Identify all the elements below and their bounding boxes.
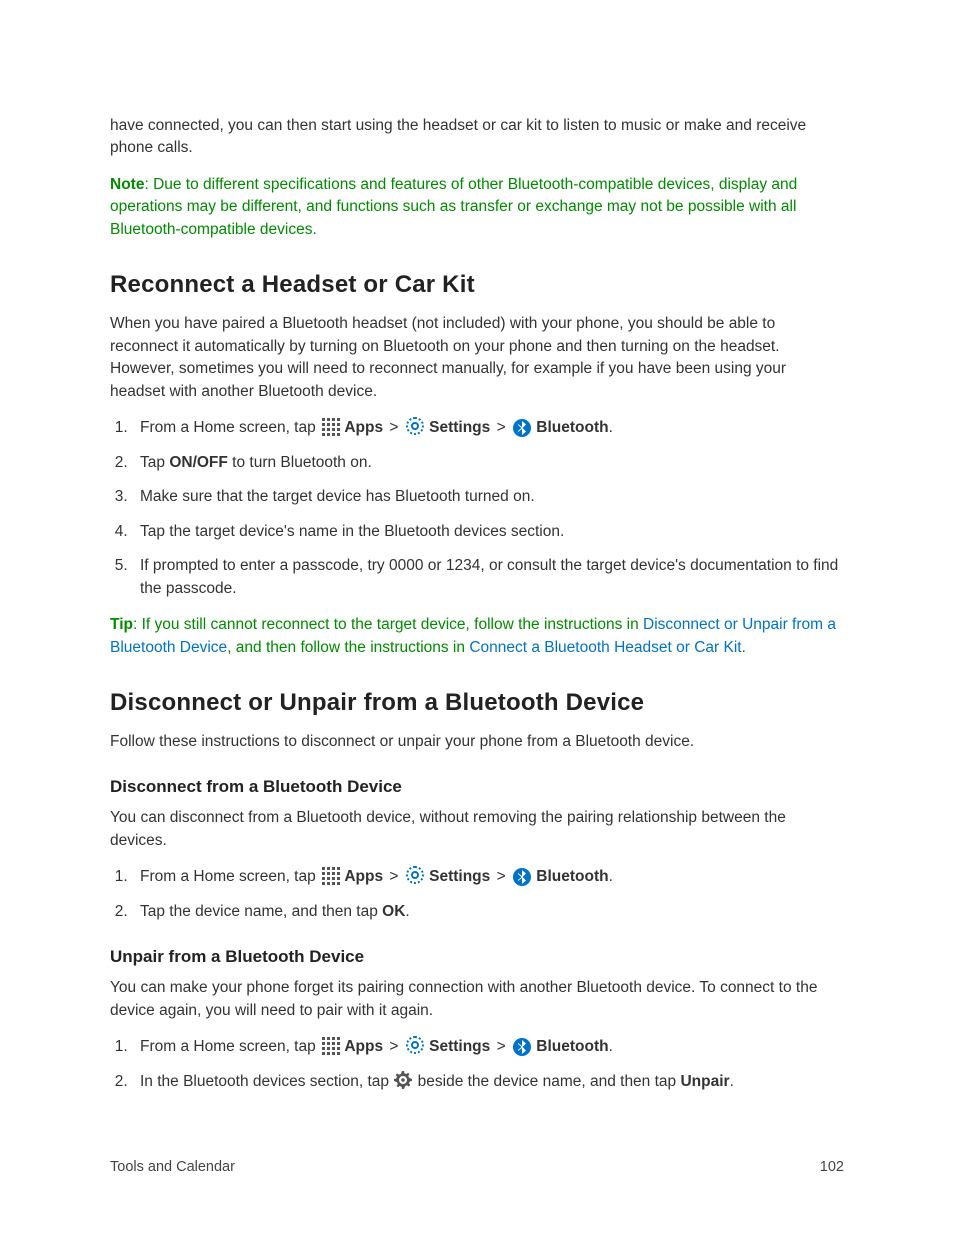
list-item: Tap the device name, and then tap OK. — [132, 901, 844, 923]
settings-label: Settings — [429, 1038, 490, 1055]
text: to turn Bluetooth on. — [228, 454, 372, 471]
ordered-list: From a Home screen, tap Apps > Settings … — [110, 1036, 844, 1093]
apps-grid-icon — [321, 866, 339, 884]
footer-section: Tools and Calendar — [110, 1159, 235, 1175]
text: From a Home screen, tap — [140, 1038, 320, 1055]
ordered-list: From a Home screen, tap Apps > Settings … — [110, 417, 844, 600]
tip-callout: Tip: If you still cannot reconnect to th… — [110, 614, 844, 659]
breadcrumb-separator: > — [389, 1038, 398, 1055]
text: beside the device name, and then tap — [413, 1073, 680, 1090]
bluetooth-icon — [513, 419, 531, 437]
bluetooth-icon — [513, 1038, 531, 1056]
breadcrumb-separator: > — [389, 419, 398, 436]
bluetooth-icon — [513, 868, 531, 886]
page-number: 102 — [820, 1159, 844, 1175]
subheading-disconnect: Disconnect from a Bluetooth Device — [110, 777, 844, 797]
apps-label: Apps — [344, 868, 383, 885]
bluetooth-label: Bluetooth — [536, 419, 608, 436]
note-text: : Due to different specifications and fe… — [110, 176, 797, 238]
gear-icon — [394, 1071, 412, 1089]
settings-label: Settings — [429, 868, 490, 885]
ordered-list: From a Home screen, tap Apps > Settings … — [110, 866, 844, 923]
text: . — [730, 1073, 734, 1090]
settings-icon — [406, 1036, 424, 1054]
list-item: Tap ON/OFF to turn Bluetooth on. — [132, 452, 844, 474]
text: Tap the device name, and then tap — [140, 903, 382, 920]
apps-label: Apps — [344, 419, 383, 436]
note-callout: Note: Due to different specifications an… — [110, 174, 844, 241]
heading-disconnect-unpair: Disconnect or Unpair from a Bluetooth De… — [110, 689, 844, 717]
list-item: In the Bluetooth devices section, tap be… — [132, 1071, 844, 1093]
onoff-label: ON/OFF — [169, 454, 228, 471]
text: , and then follow the instructions in — [227, 639, 469, 656]
list-item: Make sure that the target device has Blu… — [132, 486, 844, 508]
heading-reconnect: Reconnect a Headset or Car Kit — [110, 271, 844, 299]
paragraph: You can make your phone forget its pairi… — [110, 977, 844, 1022]
breadcrumb-separator: > — [497, 868, 506, 885]
text: : If you still cannot reconnect to the t… — [133, 616, 643, 633]
text: . — [609, 419, 613, 436]
tip-label: Tip — [110, 616, 133, 633]
ok-label: OK — [382, 903, 405, 920]
paragraph: Follow these instructions to disconnect … — [110, 731, 844, 753]
breadcrumb-separator: > — [497, 419, 506, 436]
apps-grid-icon — [321, 1036, 339, 1054]
list-item: From a Home screen, tap Apps > Settings … — [132, 1036, 844, 1058]
page-footer: Tools and Calendar 102 — [110, 1159, 844, 1175]
text: From a Home screen, tap — [140, 419, 320, 436]
list-item: Tap the target device's name in the Blue… — [132, 521, 844, 543]
paragraph: When you have paired a Bluetooth headset… — [110, 313, 844, 403]
apps-label: Apps — [344, 1038, 383, 1055]
list-item: From a Home screen, tap Apps > Settings … — [132, 866, 844, 888]
paragraph: You can disconnect from a Bluetooth devi… — [110, 807, 844, 852]
breadcrumb-separator: > — [389, 868, 398, 885]
text: From a Home screen, tap — [140, 868, 320, 885]
breadcrumb-separator: > — [497, 1038, 506, 1055]
unpair-label: Unpair — [680, 1073, 729, 1090]
link-connect-headset[interactable]: Connect a Bluetooth Headset or Car Kit — [469, 639, 741, 656]
apps-grid-icon — [321, 417, 339, 435]
text: . — [742, 639, 746, 656]
settings-icon — [406, 417, 424, 435]
document-page: have connected, you can then start using… — [0, 0, 954, 1235]
list-item: If prompted to enter a passcode, try 000… — [132, 555, 844, 600]
bluetooth-label: Bluetooth — [536, 1038, 608, 1055]
settings-icon — [406, 866, 424, 884]
text: In the Bluetooth devices section, tap — [140, 1073, 393, 1090]
subheading-unpair: Unpair from a Bluetooth Device — [110, 947, 844, 967]
text: . — [609, 868, 613, 885]
text: Tap — [140, 454, 169, 471]
bluetooth-label: Bluetooth — [536, 868, 608, 885]
settings-label: Settings — [429, 419, 490, 436]
paragraph-continuation: have connected, you can then start using… — [110, 115, 844, 160]
list-item: From a Home screen, tap Apps > Settings … — [132, 417, 844, 439]
text: . — [609, 1038, 613, 1055]
text: . — [405, 903, 409, 920]
note-label: Note — [110, 176, 144, 193]
